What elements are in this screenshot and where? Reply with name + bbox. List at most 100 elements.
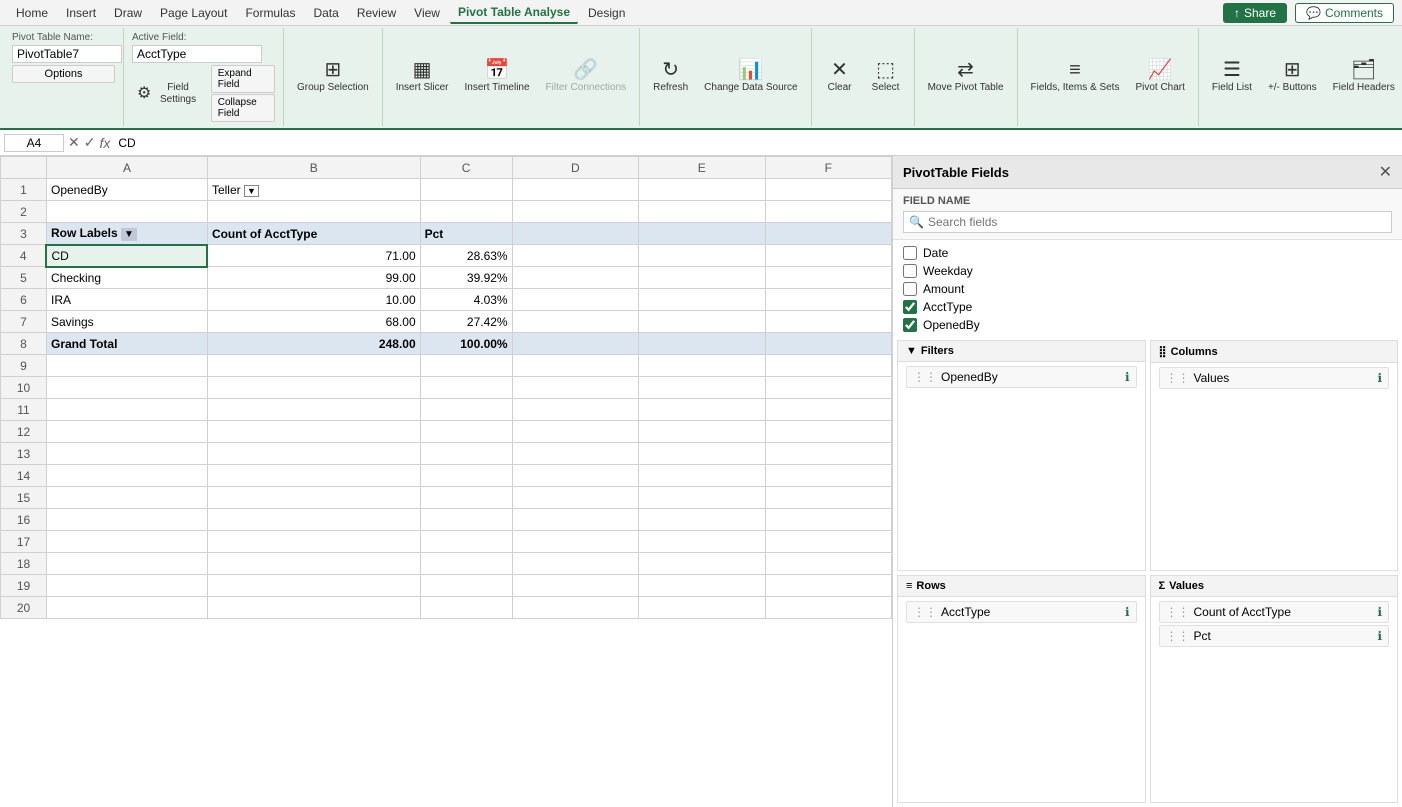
cell-E5[interactable]	[639, 267, 765, 289]
field-checkbox-openedby[interactable]	[903, 318, 917, 332]
field-checkbox-amount[interactable]	[903, 282, 917, 296]
cell-D8[interactable]	[512, 333, 638, 355]
cell-D14[interactable]	[512, 465, 638, 487]
info-icon[interactable]: ℹ	[1125, 605, 1130, 619]
cell-C17[interactable]	[420, 531, 512, 553]
info-icon[interactable]: ℹ	[1377, 629, 1382, 643]
cell-A9[interactable]	[46, 355, 207, 377]
cell-F16[interactable]	[765, 509, 892, 531]
cell-A18[interactable]	[46, 553, 207, 575]
cell-C6[interactable]: 4.03%	[420, 289, 512, 311]
cell-A4[interactable]: CD	[46, 245, 207, 267]
cell-A19[interactable]	[46, 575, 207, 597]
insert-function-icon[interactable]: fx	[99, 135, 110, 151]
cell-A17[interactable]	[46, 531, 207, 553]
collapse-field-button[interactable]: Collapse Field	[211, 94, 275, 122]
cell-B20[interactable]	[207, 597, 420, 619]
cell-A8[interactable]: Grand Total	[46, 333, 207, 355]
cell-F17[interactable]	[765, 531, 892, 553]
cell-E16[interactable]	[639, 509, 765, 531]
active-field-input[interactable]	[132, 45, 262, 63]
cell-C11[interactable]	[420, 399, 512, 421]
menu-page-layout[interactable]: Page Layout	[152, 3, 235, 23]
cell-A1[interactable]: OpenedBy	[46, 179, 207, 201]
cell-B4[interactable]: 71.00	[207, 245, 420, 267]
panel-item[interactable]: ⋮⋮OpenedByℹ	[906, 366, 1137, 388]
cell-C20[interactable]	[420, 597, 512, 619]
cell-C5[interactable]: 39.92%	[420, 267, 512, 289]
select-button[interactable]: ⬚ Select	[864, 57, 908, 97]
change-data-source-button[interactable]: 📊 Change Data Source	[697, 57, 804, 97]
cell-D16[interactable]	[512, 509, 638, 531]
insert-timeline-button[interactable]: 📅 Insert Timeline	[458, 57, 537, 97]
field-headers-button[interactable]: 🗂 Field Headers	[1326, 57, 1402, 97]
row-header-4[interactable]: 4	[1, 245, 47, 267]
cell-E9[interactable]	[639, 355, 765, 377]
group-selection-button[interactable]: ⊞ Group Selection	[290, 57, 376, 97]
field-search-input[interactable]	[903, 211, 1392, 233]
cell-B5[interactable]: 99.00	[207, 267, 420, 289]
cell-D9[interactable]	[512, 355, 638, 377]
row-header-7[interactable]: 7	[1, 311, 47, 333]
field-settings-button[interactable]: ⚙ Field Settings	[132, 65, 207, 122]
filter-connections-button[interactable]: 🔗 Filter Connections	[539, 57, 634, 97]
cell-D5[interactable]	[512, 267, 638, 289]
cell-D10[interactable]	[512, 377, 638, 399]
col-header-a[interactable]: A	[46, 157, 207, 179]
cell-B6[interactable]: 10.00	[207, 289, 420, 311]
cell-C8[interactable]: 100.00%	[420, 333, 512, 355]
panel-item[interactable]: ⋮⋮AcctTypeℹ	[906, 601, 1137, 623]
cancel-formula-icon[interactable]: ✕	[68, 134, 80, 151]
cell-C13[interactable]	[420, 443, 512, 465]
cell-B3[interactable]: Count of AcctType	[207, 223, 420, 245]
cell-E1[interactable]	[639, 179, 765, 201]
cell-F13[interactable]	[765, 443, 892, 465]
cell-F8[interactable]	[765, 333, 892, 355]
cell-A2[interactable]	[46, 201, 207, 223]
row-header-6[interactable]: 6	[1, 289, 47, 311]
cell-D12[interactable]	[512, 421, 638, 443]
row-header-11[interactable]: 11	[1, 399, 47, 421]
cell-F9[interactable]	[765, 355, 892, 377]
cell-D18[interactable]	[512, 553, 638, 575]
options-button[interactable]: Options	[12, 65, 115, 83]
cell-F12[interactable]	[765, 421, 892, 443]
pivot-chart-button[interactable]: 📈 Pivot Chart	[1128, 57, 1191, 97]
cell-F5[interactable]	[765, 267, 892, 289]
cell-A14[interactable]	[46, 465, 207, 487]
cell-E15[interactable]	[639, 487, 765, 509]
cell-A16[interactable]	[46, 509, 207, 531]
cell-D13[interactable]	[512, 443, 638, 465]
cell-F15[interactable]	[765, 487, 892, 509]
cell-E11[interactable]	[639, 399, 765, 421]
cell-E20[interactable]	[639, 597, 765, 619]
cell-E17[interactable]	[639, 531, 765, 553]
row-labels-dropdown[interactable]: ▼	[121, 228, 137, 241]
menu-formulas[interactable]: Formulas	[237, 3, 303, 23]
col-header-e[interactable]: E	[639, 157, 765, 179]
move-pivot-table-button[interactable]: ⇄ Move Pivot Table	[921, 57, 1011, 97]
cell-C18[interactable]	[420, 553, 512, 575]
menu-draw[interactable]: Draw	[106, 3, 150, 23]
cell-C9[interactable]	[420, 355, 512, 377]
field-list-button[interactable]: ☰ Field List	[1205, 57, 1259, 97]
info-icon[interactable]: ℹ	[1125, 370, 1130, 384]
row-header-1[interactable]: 1	[1, 179, 47, 201]
info-icon[interactable]: ℹ	[1377, 605, 1382, 619]
cell-F10[interactable]	[765, 377, 892, 399]
cell-E10[interactable]	[639, 377, 765, 399]
cell-C14[interactable]	[420, 465, 512, 487]
cell-E14[interactable]	[639, 465, 765, 487]
row-header-16[interactable]: 16	[1, 509, 47, 531]
cell-C16[interactable]	[420, 509, 512, 531]
cell-D3[interactable]	[512, 223, 638, 245]
field-checkbox-accttype[interactable]	[903, 300, 917, 314]
cell-C2[interactable]	[420, 201, 512, 223]
cell-E18[interactable]	[639, 553, 765, 575]
teller-filter-icon[interactable]: ▼	[244, 185, 259, 197]
cell-D4[interactable]	[512, 245, 638, 267]
cell-F4[interactable]	[765, 245, 892, 267]
menu-data[interactable]: Data	[305, 3, 346, 23]
cell-A6[interactable]: IRA	[46, 289, 207, 311]
cell-D20[interactable]	[512, 597, 638, 619]
